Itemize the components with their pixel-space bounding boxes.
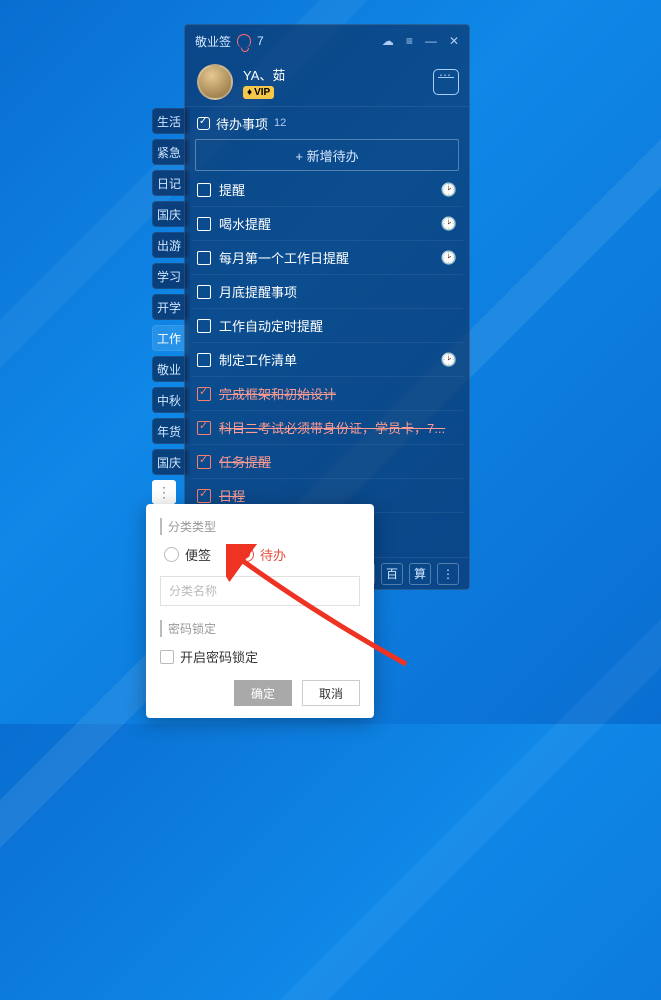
dialog-type-label: 分类类型 (160, 518, 360, 535)
section-title: 待办事项 12 (185, 107, 469, 139)
todo-text: 提醒 (219, 180, 433, 199)
sidebar-tag[interactable]: 学习 (152, 263, 188, 289)
checkbox-icon[interactable] (197, 489, 211, 503)
sidebar-tag[interactable]: 日记 (152, 170, 188, 196)
todo-text: 制定工作清单 (219, 350, 433, 369)
todo-list: 提醒 🕑 喝水提醒 🕑 每月第一个工作日提醒 🕑 月底提醒事项工作自动定时提醒制定工作清单 🕑… (185, 173, 469, 513)
sidebar-tag[interactable]: 年货 (152, 418, 188, 444)
sidebar-tag[interactable]: 工作 (152, 325, 188, 351)
category-name-input[interactable] (160, 576, 360, 606)
radio-todo[interactable]: 待办 (239, 545, 286, 564)
todo-text: 完成框架和初始设计 (219, 384, 457, 403)
user-name: YA、茹 (243, 65, 285, 84)
check-icon (197, 117, 210, 130)
category-dialog: 分类类型 便签 待办 密码锁定 开启密码锁定 确定 取消 (146, 504, 374, 718)
todo-text: 每月第一个工作日提醒 (219, 248, 433, 267)
calendar-icon[interactable] (433, 69, 459, 95)
sidebar-tag[interactable]: 出游 (152, 232, 188, 258)
checkbox-icon[interactable] (197, 251, 211, 265)
todo-item[interactable]: 提醒 🕑 (191, 173, 463, 207)
checkbox-icon[interactable] (197, 217, 211, 231)
radio-icon (239, 547, 254, 562)
todo-item[interactable]: 完成框架和初始设计 (191, 377, 463, 411)
sidebar-tag[interactable]: 中秋 (152, 387, 188, 413)
sidebar-tag[interactable]: 生活 (152, 108, 188, 134)
radio-note[interactable]: 便签 (164, 545, 211, 564)
checkbox-icon (160, 650, 174, 664)
checkbox-icon[interactable] (197, 421, 211, 435)
sidebar-tag[interactable]: 紧急 (152, 139, 188, 165)
avatar[interactable] (197, 64, 233, 100)
close-icon[interactable]: ✕ (449, 34, 459, 48)
todo-text: 工作自动定时提醒 (219, 316, 457, 335)
checkbox-icon[interactable] (197, 353, 211, 367)
more-button[interactable]: ⋮ (152, 480, 176, 504)
titlebar: 敬业签 7 ☁ ≡ — ✕ (185, 25, 469, 57)
todo-text: 任务提醒 (219, 452, 457, 471)
todo-item[interactable]: 制定工作清单 🕑 (191, 343, 463, 377)
checkbox-icon[interactable] (197, 455, 211, 469)
app-name: 敬业签 (195, 33, 231, 50)
todo-item[interactable]: 月底提醒事项 (191, 275, 463, 309)
todo-item[interactable]: 工作自动定时提醒 (191, 309, 463, 343)
clock-icon: 🕑 (441, 182, 457, 198)
checkbox-icon[interactable] (197, 183, 211, 197)
sidebar-tag[interactable]: 国庆 (152, 449, 188, 475)
cancel-button[interactable]: 取消 (302, 680, 360, 706)
bottombar-button[interactable]: ⋮ (437, 563, 459, 585)
clock-icon: 🕑 (441, 250, 457, 266)
todo-text: 科目二考试必须带身份证，学员卡，7... (219, 418, 457, 437)
ok-button[interactable]: 确定 (234, 680, 292, 706)
notif-count: 7 (257, 34, 264, 48)
sidebar-tag[interactable]: 国庆 (152, 201, 188, 227)
sidebar-tag[interactable]: 敬业 (152, 356, 188, 382)
bottombar-button[interactable]: 百 (381, 563, 403, 585)
checkbox-icon[interactable] (197, 387, 211, 401)
clock-icon: 🕑 (441, 216, 457, 232)
todo-item[interactable]: 科目二考试必须带身份证，学员卡，7... (191, 411, 463, 445)
todo-item[interactable]: 喝水提醒 🕑 (191, 207, 463, 241)
section-count: 12 (274, 117, 286, 129)
todo-text: 日程 (219, 486, 457, 505)
todo-text: 月底提醒事项 (219, 282, 457, 301)
bell-icon[interactable] (237, 34, 251, 48)
bottombar-button[interactable]: 算 (409, 563, 431, 585)
todo-text: 喝水提醒 (219, 214, 433, 233)
cloud-icon[interactable]: ☁ (382, 34, 394, 48)
minimize-icon[interactable]: — (425, 34, 437, 48)
sidebar-tag[interactable]: 开学 (152, 294, 188, 320)
dialog-lock-label: 密码锁定 (160, 620, 360, 637)
radio-icon (164, 547, 179, 562)
clock-icon: 🕑 (441, 352, 457, 368)
add-todo-button[interactable]: + 新增待办 (195, 139, 459, 171)
checkbox-icon[interactable] (197, 285, 211, 299)
todo-item[interactable]: 任务提醒 (191, 445, 463, 479)
checkbox-icon[interactable] (197, 319, 211, 333)
menu-icon[interactable]: ≡ (406, 34, 413, 48)
todo-item[interactable]: 每月第一个工作日提醒 🕑 (191, 241, 463, 275)
enable-lock-checkbox[interactable]: 开启密码锁定 (160, 647, 360, 666)
vip-badge: ♦ VIP (243, 86, 274, 99)
user-row: YA、茹 ♦ VIP (185, 57, 469, 107)
